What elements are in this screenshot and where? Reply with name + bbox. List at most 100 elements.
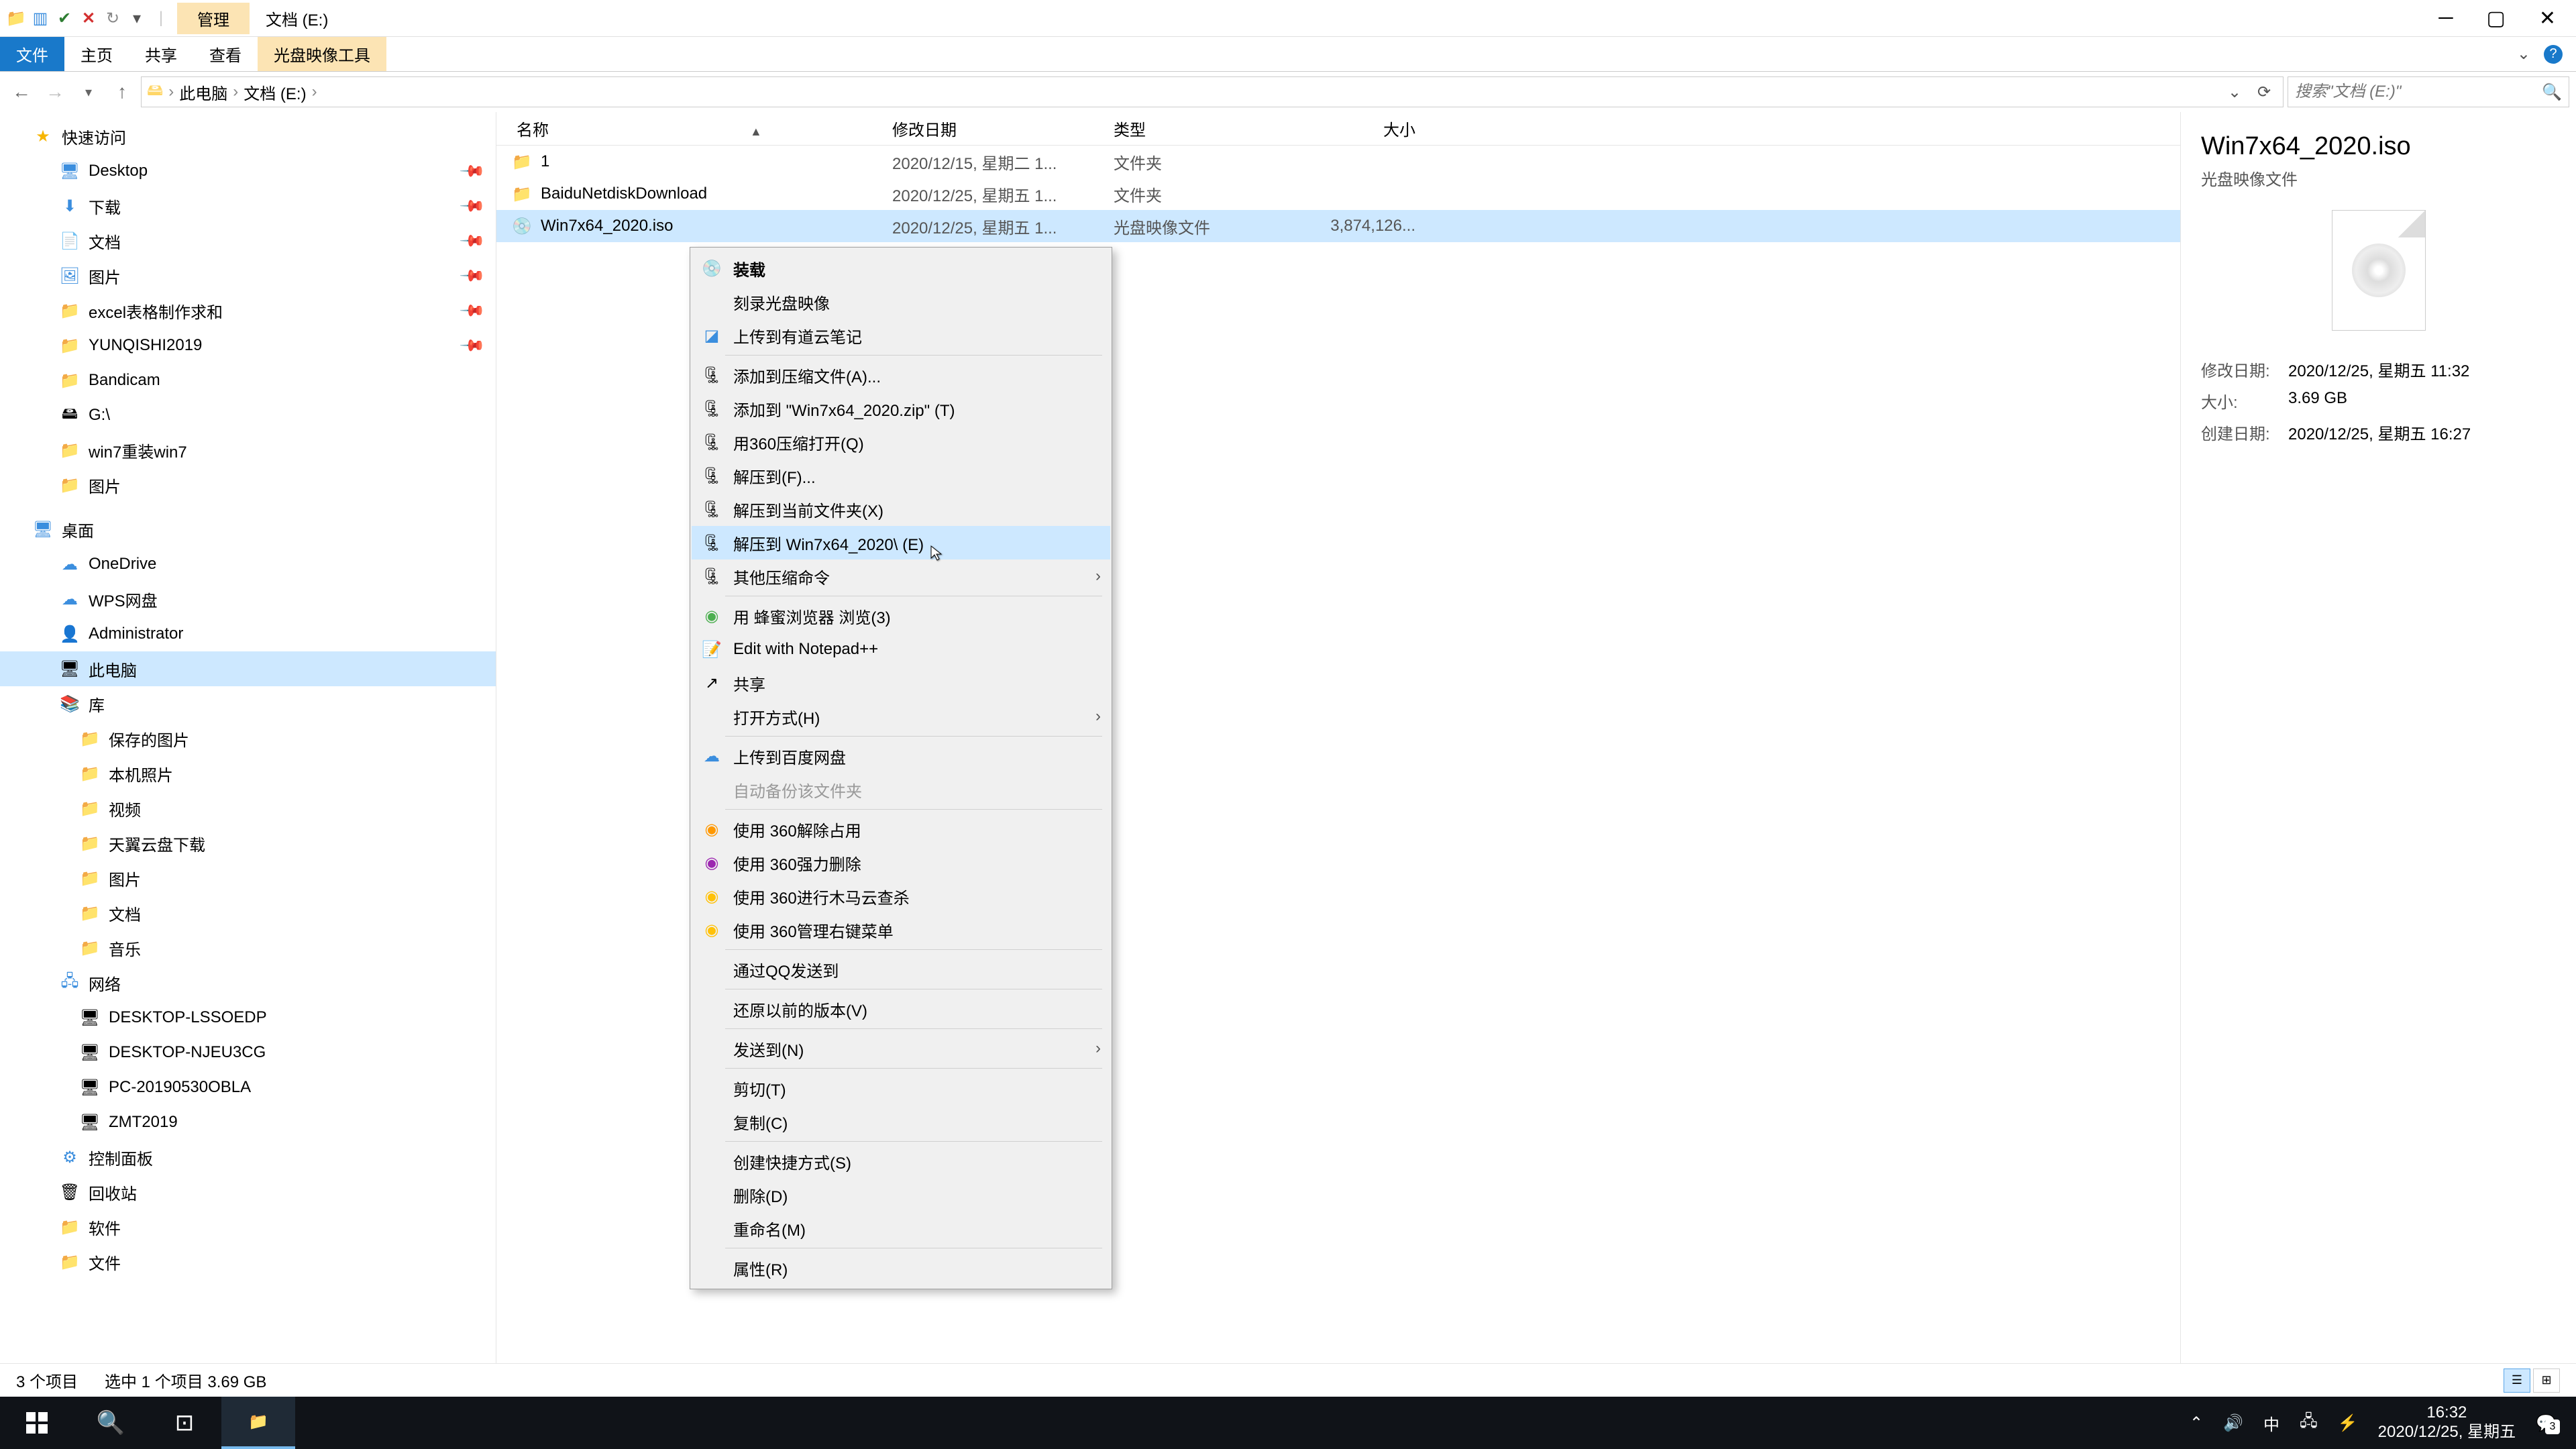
col-size[interactable]: 大小: [1301, 117, 1436, 140]
start-button[interactable]: [0, 1397, 74, 1449]
cm-extract-named[interactable]: 🗜解压到 Win7x64_2020\ (E): [692, 526, 1110, 559]
nav-excel-folder[interactable]: 📁excel表格制作求和📌: [0, 293, 496, 328]
nav-g-drive[interactable]: 🖴G:\: [0, 398, 496, 433]
crumb-pc[interactable]: 此电脑: [179, 80, 227, 104]
search-icon[interactable]: 🔍: [2542, 83, 2562, 102]
nav-pictures[interactable]: 🖼图片📌: [0, 258, 496, 293]
nav-pc2[interactable]: 🖥DESKTOP-NJEU3CG: [0, 1035, 496, 1070]
cm-youdao[interactable]: ◪上传到有道云笔记: [692, 319, 1110, 352]
chevron-right-icon[interactable]: ›: [168, 83, 174, 101]
search-box[interactable]: 🔍: [2288, 76, 2569, 107]
cm-qq-send[interactable]: 通过QQ发送到: [692, 953, 1110, 986]
nav-win7reload-folder[interactable]: 📁win7重装win7: [0, 433, 496, 468]
cm-properties[interactable]: 属性(R): [692, 1251, 1110, 1285]
task-view-button[interactable]: ⊡: [148, 1397, 221, 1449]
clock[interactable]: 16:32 2020/12/25, 星期五: [2378, 1403, 2516, 1442]
cm-burn[interactable]: 刻录光盘映像: [692, 285, 1110, 319]
close-red-icon[interactable]: ✕: [78, 7, 99, 29]
nav-yunqishi-folder[interactable]: 📁YUNQISHI2019📌: [0, 328, 496, 363]
nav-downloads[interactable]: ⬇下载📌: [0, 189, 496, 223]
nav-this-pc[interactable]: 🖥此电脑: [0, 651, 496, 686]
cm-honey-browser[interactable]: ◉用 蜂蜜浏览器 浏览(3): [692, 599, 1110, 633]
nav-quick-access[interactable]: ★快速访问: [0, 119, 496, 154]
cm-add-archive[interactable]: 🗜添加到压缩文件(A)...: [692, 358, 1110, 392]
minimize-button[interactable]: ─: [2438, 7, 2453, 30]
cm-360-force-delete[interactable]: ◉使用 360强力删除: [692, 846, 1110, 879]
nav-pics3[interactable]: 📁图片: [0, 861, 496, 896]
notification-icon[interactable]: 💬: [2536, 1413, 2556, 1433]
col-type[interactable]: 类型: [1114, 117, 1301, 140]
help-icon[interactable]: ?: [2544, 45, 2563, 64]
nav-onedrive[interactable]: ☁OneDrive: [0, 547, 496, 582]
ribbon-disc-tools-tab[interactable]: 光盘映像工具: [258, 37, 386, 71]
col-name[interactable]: 名称▲: [496, 117, 892, 140]
nav-recycle[interactable]: 🗑回收站: [0, 1175, 496, 1210]
nav-music[interactable]: 📁音乐: [0, 930, 496, 965]
cm-notepad[interactable]: 📝Edit with Notepad++: [692, 633, 1110, 666]
cm-extract-here[interactable]: 🗜解压到当前文件夹(X): [692, 492, 1110, 526]
file-row-selected[interactable]: 💿Win7x64_2020.iso 2020/12/25, 星期五 1... 光…: [496, 210, 2180, 242]
nav-saved-pics[interactable]: 📁保存的图片: [0, 721, 496, 756]
cm-mount[interactable]: 💿装载: [692, 252, 1110, 285]
file-row[interactable]: 📁BaiduNetdiskDownload 2020/12/25, 星期五 1.…: [496, 178, 2180, 210]
explorer-taskbar-button[interactable]: 📁: [221, 1397, 295, 1449]
col-date[interactable]: 修改日期: [892, 117, 1114, 140]
tray-up-icon[interactable]: ⌃: [2190, 1413, 2203, 1433]
nav-pc4[interactable]: 🖥ZMT2019: [0, 1105, 496, 1140]
ribbon-file-tab[interactable]: 文件: [0, 37, 64, 71]
checkmark-icon[interactable]: ✔: [54, 7, 75, 29]
breadcrumb[interactable]: 🖴 › 此电脑 › 文档 (E:) › ⌄ ⟳: [141, 76, 2284, 107]
nav-files-folder[interactable]: 📁文件: [0, 1244, 496, 1279]
redo-icon[interactable]: ↻: [102, 7, 123, 29]
nav-pc1[interactable]: 🖥DESKTOP-LSSOEDP: [0, 1000, 496, 1035]
nav-wps[interactable]: ☁WPS网盘: [0, 582, 496, 616]
cm-shortcut[interactable]: 创建快捷方式(S): [692, 1144, 1110, 1178]
cm-delete[interactable]: 删除(D): [692, 1178, 1110, 1212]
recent-dropdown[interactable]: ▾: [74, 77, 103, 107]
ime-indicator[interactable]: 中: [2263, 1411, 2279, 1435]
power-icon[interactable]: ⚡: [2338, 1413, 2358, 1433]
cm-extract-to[interactable]: 🗜解压到(F)...: [692, 459, 1110, 492]
ribbon-view-tab[interactable]: 查看: [193, 37, 258, 71]
volume-icon[interactable]: 🔊: [2223, 1413, 2243, 1433]
cm-360-trojan[interactable]: ◉使用 360进行木马云查杀: [692, 879, 1110, 913]
nav-videos[interactable]: 📁视频: [0, 791, 496, 826]
cm-baidu-upload[interactable]: ☁上传到百度网盘: [692, 739, 1110, 773]
nav-libraries[interactable]: 📚库: [0, 686, 496, 721]
save-icon[interactable]: ▥: [30, 7, 51, 29]
crumb-drive[interactable]: 文档 (E:): [244, 80, 306, 104]
cm-share[interactable]: ↗共享: [692, 666, 1110, 700]
cm-rename[interactable]: 重命名(M): [692, 1212, 1110, 1245]
search-input[interactable]: [2295, 83, 2542, 101]
nav-software-folder[interactable]: 📁软件: [0, 1210, 496, 1244]
details-view-button[interactable]: ☰: [2504, 1368, 2530, 1393]
ribbon-collapse-icon[interactable]: ⌄: [2517, 44, 2530, 64]
nav-pictures2-folder[interactable]: 📁图片: [0, 468, 496, 502]
nav-pc3[interactable]: 🖥PC-20190530OBLA: [0, 1070, 496, 1105]
refresh-icon[interactable]: ⟳: [2251, 83, 2277, 102]
cm-send-to[interactable]: 发送到(N)›: [692, 1032, 1110, 1065]
ribbon-home-tab[interactable]: 主页: [64, 37, 129, 71]
forward-button[interactable]: →: [40, 77, 70, 107]
cm-restore[interactable]: 还原以前的版本(V): [692, 992, 1110, 1026]
nav-local-pics[interactable]: 📁本机照片: [0, 756, 496, 791]
thumbnails-view-button[interactable]: ⊞: [2533, 1368, 2560, 1393]
cm-open-with[interactable]: 打开方式(H)›: [692, 700, 1110, 733]
up-button[interactable]: ↑: [107, 77, 137, 107]
nav-docs3[interactable]: 📁文档: [0, 896, 496, 930]
cm-copy[interactable]: 复制(C): [692, 1105, 1110, 1138]
nav-desktop[interactable]: 🖥Desktop📌: [0, 154, 496, 189]
nav-tianyun[interactable]: 📁天翼云盘下载: [0, 826, 496, 861]
ribbon-share-tab[interactable]: 共享: [129, 37, 193, 71]
chevron-right-icon[interactable]: ›: [312, 83, 317, 101]
close-button[interactable]: ✕: [2539, 7, 2556, 30]
nav-admin[interactable]: 👤Administrator: [0, 616, 496, 651]
file-row[interactable]: 📁1 2020/12/15, 星期二 1... 文件夹: [496, 146, 2180, 178]
cm-cut[interactable]: 剪切(T): [692, 1071, 1110, 1105]
chevron-right-icon[interactable]: ›: [233, 83, 238, 101]
maximize-button[interactable]: ▢: [2487, 7, 2506, 30]
nav-documents[interactable]: 📄文档📌: [0, 223, 496, 258]
nav-control-panel[interactable]: ⚙控制面板: [0, 1140, 496, 1175]
search-button[interactable]: 🔍: [74, 1397, 148, 1449]
cm-add-zip[interactable]: 🗜添加到 "Win7x64_2020.zip" (T): [692, 392, 1110, 425]
